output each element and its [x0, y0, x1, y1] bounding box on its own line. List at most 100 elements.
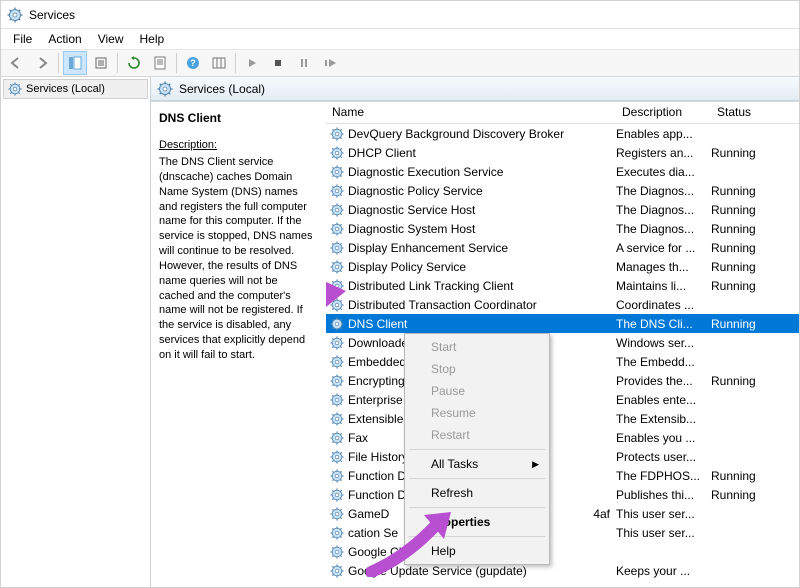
ctx-help[interactable]: Help	[407, 540, 547, 562]
service-status: Running	[711, 374, 771, 388]
stop-service-button[interactable]	[266, 51, 290, 75]
service-status: Running	[711, 184, 771, 198]
menu-help[interactable]: Help	[132, 30, 173, 48]
service-row[interactable]: Function DiscoPublishes thi...Running	[326, 485, 799, 504]
service-description: Registers an...	[616, 146, 711, 160]
menu-action[interactable]: Action	[40, 30, 89, 48]
gear-icon	[330, 279, 344, 293]
ctx-restart[interactable]: Restart	[407, 424, 547, 446]
ctx-start[interactable]: Start	[407, 336, 547, 358]
gear-icon	[330, 336, 344, 350]
submenu-arrow-icon: ▶	[532, 459, 539, 470]
col-header-status[interactable]: Status	[711, 102, 771, 123]
ctx-properties[interactable]: Properties	[407, 511, 547, 533]
restart-service-button[interactable]	[318, 51, 342, 75]
menu-file[interactable]: File	[5, 30, 40, 48]
service-row[interactable]: Extensible AuthThe Extensib...	[326, 409, 799, 428]
service-description: The Extensib...	[616, 412, 711, 426]
ctx-separator	[409, 536, 545, 537]
service-description: The Diagnos...	[616, 222, 711, 236]
gear-icon	[330, 260, 344, 274]
properties-button[interactable]	[148, 51, 172, 75]
service-row[interactable]: Downloaded MWindows ser...	[326, 333, 799, 352]
col-header-description[interactable]: Description	[616, 102, 711, 123]
service-row[interactable]: Diagnostic Service HostThe Diagnos...Run…	[326, 200, 799, 219]
service-row[interactable]: Display Enhancement ServiceA service for…	[326, 238, 799, 257]
ctx-all-tasks[interactable]: All Tasks▶	[407, 453, 547, 475]
service-name: Distributed Link Tracking Client	[348, 279, 513, 293]
service-row[interactable]: Encrypting FileProvides the...Running	[326, 371, 799, 390]
ctx-refresh[interactable]: Refresh	[407, 482, 547, 504]
tree-pane: Services (Local)	[1, 77, 151, 587]
service-row[interactable]: Distributed Link Tracking Client Maintain…	[326, 276, 799, 295]
service-description: Protects user...	[616, 450, 711, 464]
forward-button[interactable]	[30, 51, 54, 75]
service-row[interactable]: Diagnostic Execution ServiceExecutes dia…	[326, 162, 799, 181]
service-row[interactable]: DevQuery Background Discovery BrokerEnab…	[326, 124, 799, 143]
ctx-separator	[409, 449, 545, 450]
ctx-resume[interactable]: Resume	[407, 402, 547, 424]
service-name: Diagnostic System Host	[348, 222, 475, 236]
back-button[interactable]	[4, 51, 28, 75]
service-status: Running	[711, 317, 771, 331]
service-name: cation Se	[348, 526, 398, 540]
service-row[interactable]: Function DiscoThe FDPHOS...Running	[326, 466, 799, 485]
service-row[interactable]: GameD4afThis user ser...	[326, 504, 799, 523]
service-status: Running	[711, 222, 771, 236]
service-row[interactable]: cation SeThis user ser...	[326, 523, 799, 542]
service-description: Windows ser...	[616, 336, 711, 350]
title-bar: Services	[1, 1, 799, 29]
service-row[interactable]: Google Chrome Elevation Service	[326, 542, 799, 561]
description-label: Description:	[159, 138, 316, 153]
service-row[interactable]: File History SeProtects user...	[326, 447, 799, 466]
show-hide-tree-button[interactable]	[63, 51, 87, 75]
service-row[interactable]: Enterprise ApEnables ente...	[326, 390, 799, 409]
help-button[interactable]: ?	[181, 51, 205, 75]
ctx-pause[interactable]: Pause	[407, 380, 547, 402]
service-row[interactable]: Display Policy ServiceManages th...Runni…	[326, 257, 799, 276]
service-description: Maintains li...	[616, 279, 711, 293]
services-app-icon	[7, 7, 23, 23]
main-header: Services (Local)	[151, 77, 799, 101]
col-header-name[interactable]: Name	[326, 102, 616, 123]
selected-service-name: DNS Client	[159, 110, 316, 126]
column-chooser-button[interactable]	[207, 51, 231, 75]
menu-view[interactable]: View	[90, 30, 132, 48]
service-status: Running	[711, 469, 771, 483]
start-service-button[interactable]	[240, 51, 264, 75]
service-description: The Diagnos...	[616, 184, 711, 198]
gear-icon	[330, 564, 344, 578]
service-row[interactable]: Diagnostic Policy ServiceThe Diagnos...R…	[326, 181, 799, 200]
service-name: Diagnostic Service Host	[348, 203, 475, 217]
toolbar-separator	[235, 53, 236, 73]
tree-node-services-local[interactable]: Services (Local)	[3, 79, 148, 99]
services-window: Services File Action View Help ? Service…	[0, 0, 800, 588]
main-header-label: Services (Local)	[179, 82, 265, 96]
service-status: Running	[711, 146, 771, 160]
service-row[interactable]: DNS ClientThe DNS Cli...Running	[326, 314, 799, 333]
ctx-stop[interactable]: Stop	[407, 358, 547, 380]
service-row[interactable]: Embedded MoThe Embedd...	[326, 352, 799, 371]
window-title: Services	[29, 8, 75, 22]
service-row[interactable]: Distributed Transaction CoordinatorCoord…	[326, 295, 799, 314]
export-list-button[interactable]	[89, 51, 113, 75]
ctx-separator	[409, 478, 545, 479]
service-description: Enables app...	[616, 127, 711, 141]
refresh-button[interactable]	[122, 51, 146, 75]
service-row[interactable]: Diagnostic System Host The Diagnos...Runn…	[326, 219, 799, 238]
service-description: Enables ente...	[616, 393, 711, 407]
service-description: Keeps your ...	[616, 564, 711, 578]
toolbar: ?	[1, 49, 799, 77]
service-status: Running	[711, 488, 771, 502]
gear-icon	[330, 146, 344, 160]
service-status: Running	[711, 203, 771, 217]
service-row[interactable]: Google Update Service (gupdate)Keeps you…	[326, 561, 799, 580]
service-row[interactable]: DHCP Client Registers an...Running	[326, 143, 799, 162]
body: Services (Local) Services (Local) DNS Cl…	[1, 77, 799, 587]
service-name: Display Enhancement Service	[348, 241, 508, 255]
pause-service-button[interactable]	[292, 51, 316, 75]
service-name: DHCP Client	[348, 146, 416, 160]
gear-icon	[330, 317, 344, 331]
menu-bar: File Action View Help	[1, 29, 799, 49]
service-row[interactable]: FaxEnables you ...	[326, 428, 799, 447]
